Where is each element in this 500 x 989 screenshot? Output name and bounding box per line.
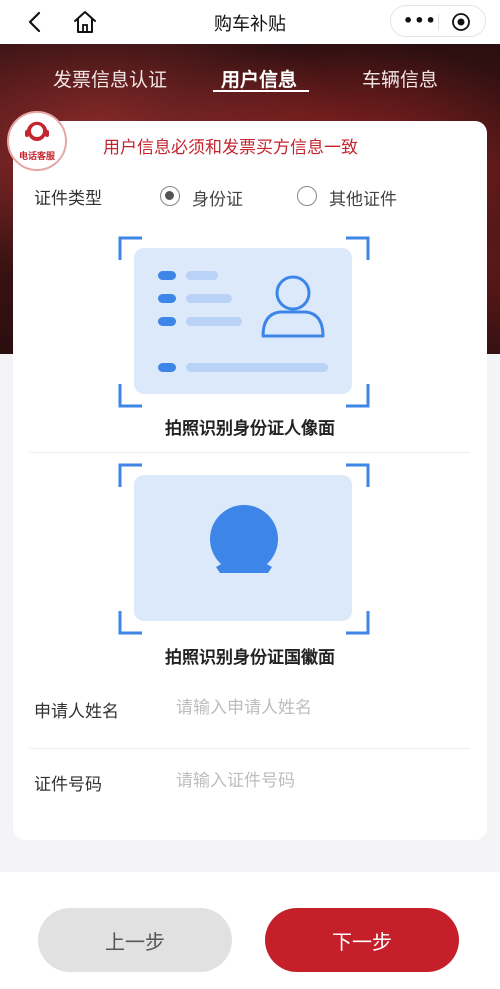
notice-text: 用户信息必须和发票买方信息一致: [103, 138, 358, 158]
upload-id-front-caption: 拍照识别身份证人像面: [165, 419, 335, 439]
radio-other-id[interactable]: [297, 186, 317, 206]
capsule-divider: [438, 14, 439, 30]
headset-agent-icon: [25, 121, 49, 141]
phone-service-button[interactable]: 电话客服: [7, 111, 67, 173]
section-divider: [30, 452, 470, 453]
id-number-input[interactable]: [176, 768, 466, 794]
top-nav-bar: 购车补贴 •••: [0, 0, 500, 44]
upload-id-back-caption: 拍照识别身份证国徽面: [165, 648, 335, 668]
more-dots-icon[interactable]: •••: [403, 13, 437, 29]
id-type-label: 证件类型: [34, 189, 102, 209]
tab-vehicle-info[interactable]: 车辆信息: [362, 65, 438, 92]
radio-id-card-label[interactable]: 身份证: [192, 185, 243, 210]
applicant-name-label: 申请人姓名: [34, 702, 119, 722]
prev-step-button[interactable]: 上一步: [38, 908, 232, 972]
upload-id-back[interactable]: [118, 463, 370, 635]
mini-program-capsule: •••: [390, 5, 486, 37]
service-label: 电话客服: [18, 152, 55, 162]
id-card-portrait-icon: [118, 236, 370, 408]
id-card-emblem-icon: [118, 463, 370, 635]
radio-id-card[interactable]: [160, 186, 180, 206]
radio-other-id-label[interactable]: 其他证件: [329, 185, 397, 210]
applicant-name-input[interactable]: [176, 695, 466, 721]
tab-invoice-info[interactable]: 发票信息认证: [53, 65, 167, 92]
tab-user-info[interactable]: 用户信息: [221, 65, 297, 92]
id-number-label: 证件号码: [34, 775, 102, 795]
step-tabs: 发票信息认证 用户信息 车辆信息: [0, 60, 500, 100]
upload-id-front[interactable]: [118, 236, 370, 408]
next-step-button[interactable]: 下一步: [265, 908, 459, 972]
target-icon[interactable]: [451, 12, 471, 32]
active-tab-indicator: [213, 90, 309, 92]
field-divider: [30, 748, 470, 749]
